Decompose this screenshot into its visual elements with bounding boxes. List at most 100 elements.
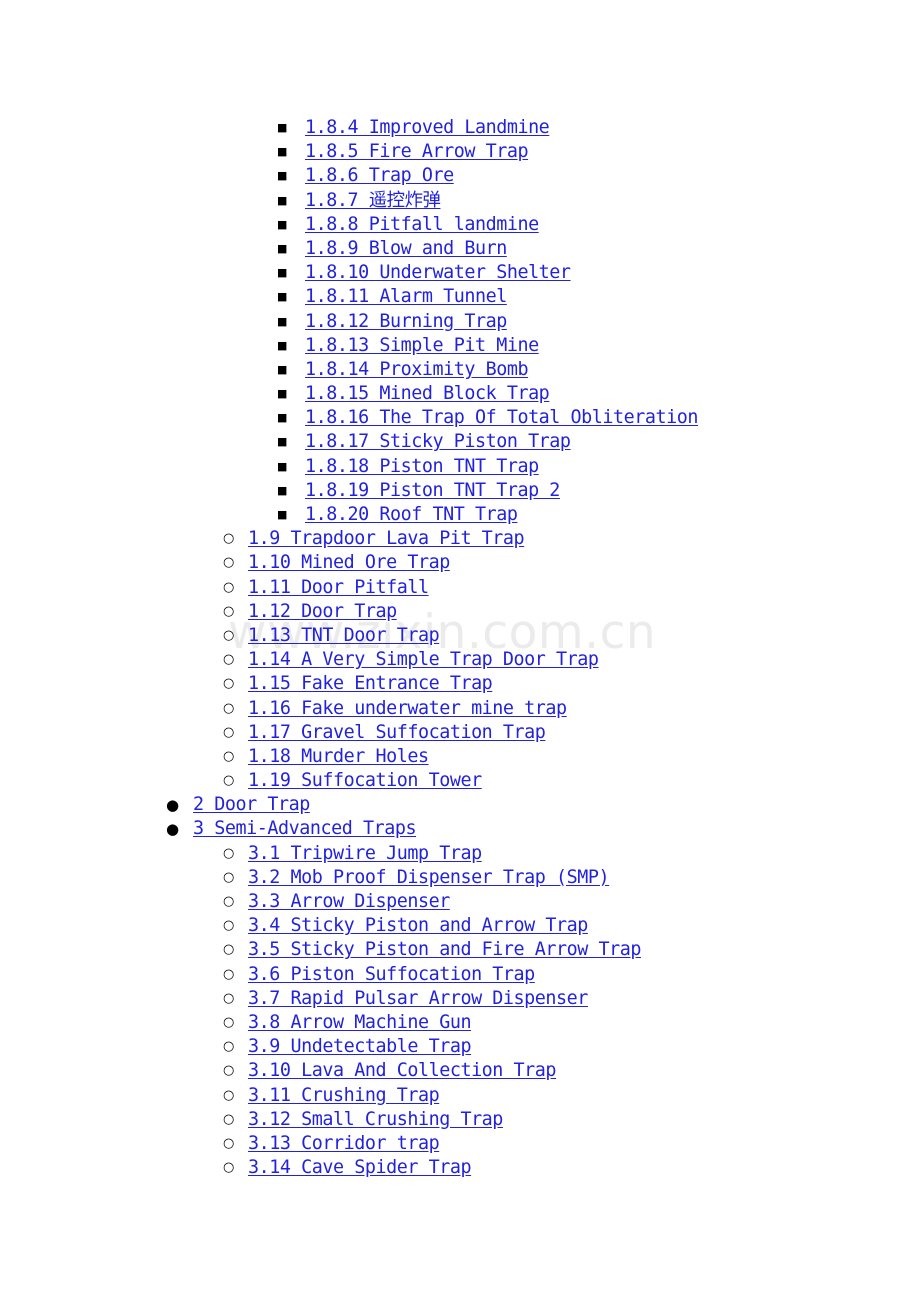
toc-row: 1.11 Door Pitfall [0, 576, 920, 600]
circle-bullet-icon [223, 1108, 234, 1132]
toc-link[interactable]: 3.6 Piston Suffocation Trap [248, 963, 535, 987]
toc-row: 3.1 Tripwire Jump Trap [0, 842, 920, 866]
toc-row: 3.14 Cave Spider Trap [0, 1156, 920, 1180]
toc-row: 1.8.17 Sticky Piston Trap [0, 430, 920, 454]
toc-link[interactable]: 3.8 Arrow Machine Gun [248, 1011, 472, 1035]
circle-bullet-icon [223, 1059, 234, 1083]
square-bullet-icon [277, 455, 287, 479]
table-of-contents: 1.8.4 Improved Landmine1.8.5 Fire Arrow … [0, 0, 920, 1180]
square-bullet-icon [277, 261, 287, 285]
square-bullet-icon [277, 406, 287, 430]
toc-row: 1.8.8 Pitfall landmine [0, 213, 920, 237]
circle-bullet-icon [223, 914, 234, 938]
toc-link[interactable]: 1.8.4 Improved Landmine [305, 116, 550, 140]
circle-bullet-icon [223, 1011, 234, 1035]
toc-row: 1.8.6 Trap Ore [0, 164, 920, 188]
circle-bullet-icon [223, 769, 234, 793]
circle-bullet-icon [223, 1132, 234, 1156]
square-bullet-icon [277, 430, 287, 454]
toc-link[interactable]: 2 Door Trap [193, 793, 310, 817]
toc-link[interactable]: 1.17 Gravel Suffocation Trap [248, 721, 546, 745]
toc-row: 1.8.18 Piston TNT Trap [0, 455, 920, 479]
toc-link[interactable]: 3.14 Cave Spider Trap [248, 1156, 472, 1180]
square-bullet-icon [277, 189, 287, 213]
toc-row: 3.3 Arrow Dispenser [0, 890, 920, 914]
toc-row: 1.8.9 Blow and Burn [0, 237, 920, 261]
toc-link[interactable]: 3.11 Crushing Trap [248, 1084, 440, 1108]
toc-row: 3.11 Crushing Trap [0, 1084, 920, 1108]
toc-link[interactable]: 1.8.6 Trap Ore [305, 164, 454, 188]
toc-link[interactable]: 1.14 A Very Simple Trap Door Trap [248, 648, 599, 672]
toc-row: 3.10 Lava And Collection Trap [0, 1059, 920, 1083]
toc-row: 1.8.14 Proximity Bomb [0, 358, 920, 382]
circle-bullet-icon [223, 576, 234, 600]
toc-link[interactable]: 1.8.7 遥控炸弹 [305, 189, 441, 213]
square-bullet-icon [277, 358, 287, 382]
toc-row: 3.2 Mob Proof Dispenser Trap (SMP) [0, 866, 920, 890]
toc-row: 1.8.10 Underwater Shelter [0, 261, 920, 285]
toc-row: 1.9 Trapdoor Lava Pit Trap [0, 527, 920, 551]
toc-link[interactable]: 1.8.9 Blow and Burn [305, 237, 507, 261]
toc-link[interactable]: 1.19 Suffocation Tower [248, 769, 482, 793]
circle-bullet-icon [223, 527, 234, 551]
toc-link[interactable]: 1.8.8 Pitfall landmine [305, 213, 539, 237]
circle-bullet-icon [223, 745, 234, 769]
toc-link[interactable]: 1.9 Trapdoor Lava Pit Trap [248, 527, 525, 551]
toc-link[interactable]: 1.8.16 The Trap Of Total Obliteration [305, 406, 698, 430]
toc-link[interactable]: 3.10 Lava And Collection Trap [248, 1059, 556, 1083]
toc-link[interactable]: 1.8.19 Piston TNT Trap 2 [305, 479, 560, 503]
toc-link[interactable]: 3.3 Arrow Dispenser [248, 890, 450, 914]
toc-link[interactable]: 1.13 TNT Door Trap [248, 624, 440, 648]
toc-link[interactable]: 1.18 Murder Holes [248, 745, 429, 769]
toc-row: 1.8.4 Improved Landmine [0, 116, 920, 140]
toc-link[interactable]: 1.8.18 Piston TNT Trap [305, 455, 539, 479]
toc-link[interactable]: 1.8.14 Proximity Bomb [305, 358, 529, 382]
toc-row: 3.13 Corridor trap [0, 1132, 920, 1156]
toc-row: 1.8.15 Mined Block Trap [0, 382, 920, 406]
toc-link[interactable]: 1.16 Fake underwater mine trap [248, 697, 567, 721]
toc-link[interactable]: 1.8.20 Roof TNT Trap [305, 503, 518, 527]
toc-link[interactable]: 1.8.11 Alarm Tunnel [305, 285, 507, 309]
disc-bullet-icon [166, 817, 179, 841]
toc-link[interactable]: 3.13 Corridor trap [248, 1132, 440, 1156]
toc-link[interactable]: 1.8.17 Sticky Piston Trap [305, 430, 571, 454]
toc-link[interactable]: 1.11 Door Pitfall [248, 576, 429, 600]
circle-bullet-icon [223, 600, 234, 624]
toc-link[interactable]: 3.5 Sticky Piston and Fire Arrow Trap [248, 938, 641, 962]
toc-row: 2 Door Trap [0, 793, 920, 817]
toc-row: 3.12 Small Crushing Trap [0, 1108, 920, 1132]
disc-bullet-icon [166, 793, 179, 817]
circle-bullet-icon [223, 1035, 234, 1059]
toc-row: 1.10 Mined Ore Trap [0, 551, 920, 575]
circle-bullet-icon [223, 672, 234, 696]
circle-bullet-icon [223, 648, 234, 672]
toc-link[interactable]: 3.2 Mob Proof Dispenser Trap (SMP) [248, 866, 610, 890]
square-bullet-icon [277, 382, 287, 406]
toc-row: 1.8.5 Fire Arrow Trap [0, 140, 920, 164]
square-bullet-icon [277, 140, 287, 164]
toc-link[interactable]: 3.9 Undetectable Trap [248, 1035, 472, 1059]
circle-bullet-icon [223, 551, 234, 575]
toc-row: 3.7 Rapid Pulsar Arrow Dispenser [0, 987, 920, 1011]
toc-row: 1.13 TNT Door Trap [0, 624, 920, 648]
toc-link[interactable]: 3.1 Tripwire Jump Trap [248, 842, 482, 866]
toc-link[interactable]: 1.8.15 Mined Block Trap [305, 382, 550, 406]
square-bullet-icon [277, 503, 287, 527]
toc-link[interactable]: 3 Semi-Advanced Traps [193, 817, 417, 841]
circle-bullet-icon [223, 721, 234, 745]
toc-link[interactable]: 3.12 Small Crushing Trap [248, 1108, 503, 1132]
toc-link[interactable]: 1.8.13 Simple Pit Mine [305, 334, 539, 358]
square-bullet-icon [277, 164, 287, 188]
toc-link[interactable]: 1.8.5 Fire Arrow Trap [305, 140, 529, 164]
toc-link[interactable]: 1.8.12 Burning Trap [305, 310, 507, 334]
circle-bullet-icon [223, 697, 234, 721]
toc-link[interactable]: 3.4 Sticky Piston and Arrow Trap [248, 914, 588, 938]
toc-link[interactable]: 3.7 Rapid Pulsar Arrow Dispenser [248, 987, 588, 1011]
toc-link[interactable]: 1.8.10 Underwater Shelter [305, 261, 571, 285]
toc-row: 1.8.12 Burning Trap [0, 310, 920, 334]
toc-link[interactable]: 1.10 Mined Ore Trap [248, 551, 450, 575]
toc-row: 3.6 Piston Suffocation Trap [0, 963, 920, 987]
toc-link[interactable]: 1.12 Door Trap [248, 600, 397, 624]
toc-link[interactable]: 1.15 Fake Entrance Trap [248, 672, 493, 696]
toc-row: 1.12 Door Trap [0, 600, 920, 624]
